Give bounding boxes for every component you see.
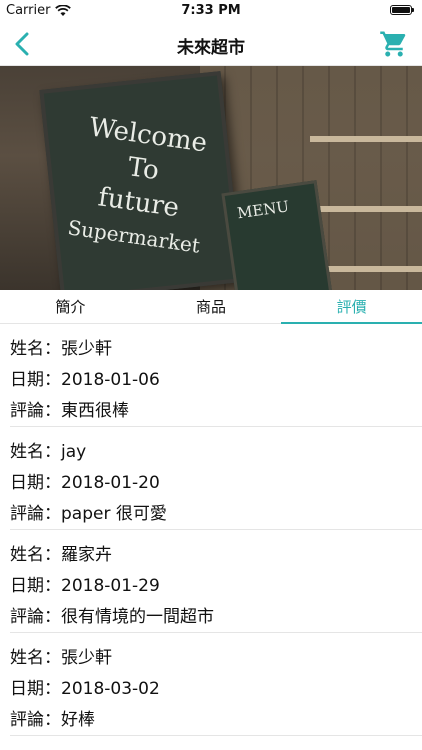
name-value: 張少軒 [61,648,112,668]
tab-products[interactable]: 商品 [141,290,282,323]
date-label: 日期： [10,370,61,390]
status-time: 7:33 PM [181,3,241,18]
segment-tabs: 簡介 商品 評價 [0,290,422,324]
comment-value: 很有情境的一間超市 [61,607,214,627]
page-title: 未來超市 [177,38,245,58]
date-label: 日期： [10,679,61,699]
comment-value: paper 很可愛 [61,504,167,524]
name-value: 張少軒 [61,339,112,359]
review-date: 日期：2018-01-29 [10,571,160,596]
name-value: jay [61,442,87,462]
date-label: 日期： [10,576,61,596]
comment-value: 東西很棒 [61,401,129,421]
welcome-chalkboard-text: Welcome To future Supermarket [45,107,236,266]
cart-icon [380,31,406,57]
status-bar: Carrier 7:33 PM [0,0,422,22]
shelf [310,206,422,212]
name-label: 姓名： [10,545,61,565]
review-date: 日期：2018-01-06 [10,365,160,390]
list-item: 姓名：羅家卉 日期：2018-01-29 評論：很有情境的一間超市 [0,530,422,633]
comment-value: 好棒 [61,710,95,730]
list-item: 姓名：張少軒 日期：2018-01-06 評論：東西很棒 [0,324,422,427]
welcome-chalkboard: Welcome To future Supermarket [39,71,243,290]
divider [10,735,422,736]
comment-label: 評論： [10,710,61,730]
review-list: 姓名：張少軒 日期：2018-01-06 評論：東西很棒 姓名：jay 日期：2… [0,324,422,736]
review-date: 日期：2018-03-02 [10,674,160,699]
date-value: 2018-01-20 [61,473,160,493]
review-comment: 評論：東西很棒 [10,396,129,421]
comment-label: 評論： [10,607,61,627]
battery-icon [390,5,414,15]
name-label: 姓名： [10,339,61,359]
name-value: 羅家卉 [61,545,112,565]
navigation-bar: 未來超市 [0,22,422,66]
date-value: 2018-01-06 [61,370,160,390]
shelf [310,136,422,142]
review-name: 姓名：羅家卉 [10,540,112,565]
menu-chalkboard-text: MENU [236,197,291,223]
date-value: 2018-01-29 [61,576,160,596]
list-item: 姓名：jay 日期：2018-01-20 評論：paper 很可愛 [0,427,422,530]
review-comment: 評論：paper 很可愛 [10,499,167,524]
comment-label: 評論： [10,504,61,524]
list-item: 姓名：張少軒 日期：2018-03-02 評論：好棒 [0,633,422,736]
review-name: 姓名：張少軒 [10,643,112,668]
name-label: 姓名： [10,442,61,462]
review-name: 姓名：jay [10,437,86,462]
review-name: 姓名：張少軒 [10,334,112,359]
review-comment: 評論：很有情境的一間超市 [10,602,214,627]
store-banner-image: Welcome To future Supermarket MENU [0,66,422,290]
review-comment: 評論：好棒 [10,705,95,730]
tab-reviews[interactable]: 評價 [281,290,422,324]
date-value: 2018-03-02 [61,679,160,699]
review-date: 日期：2018-01-20 [10,468,160,493]
comment-label: 評論： [10,401,61,421]
date-label: 日期： [10,473,61,493]
cart-button[interactable] [376,26,412,62]
name-label: 姓名： [10,648,61,668]
tab-intro[interactable]: 簡介 [0,290,141,323]
